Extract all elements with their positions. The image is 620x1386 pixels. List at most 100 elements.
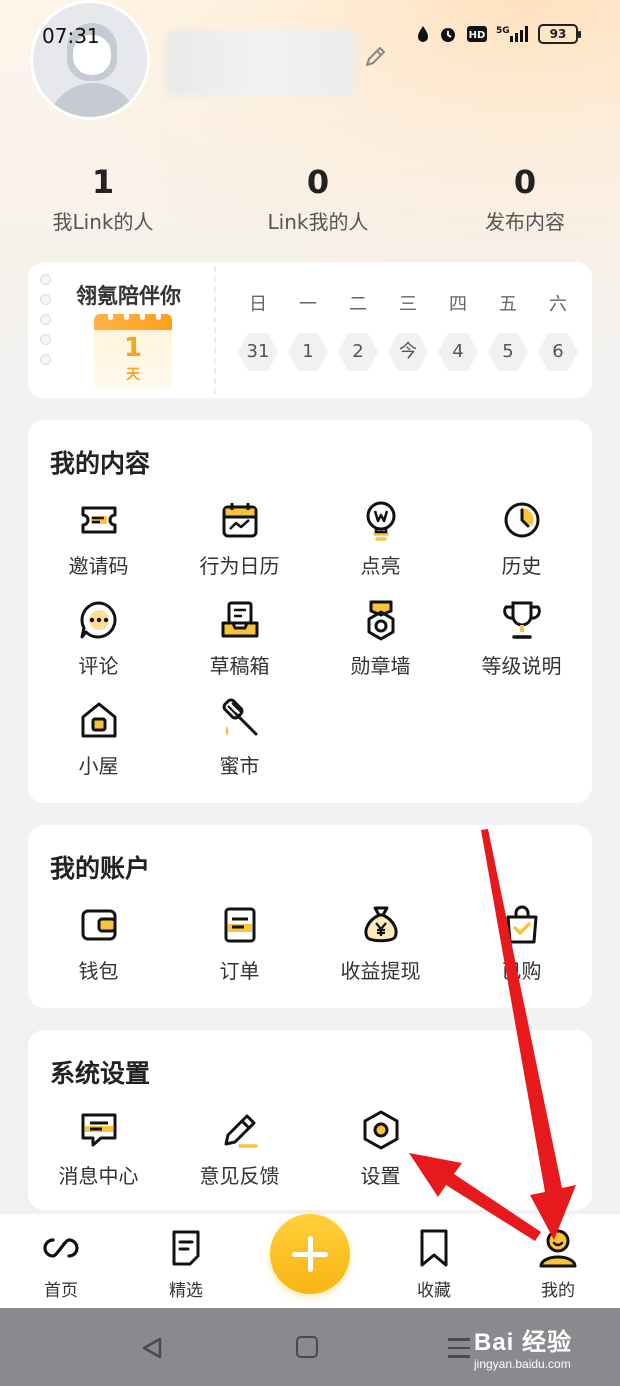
watermark-brand: Bai 经验 bbox=[474, 1329, 573, 1356]
comments-item[interactable]: 评论 bbox=[28, 598, 169, 679]
calendar-day[interactable]: 1 bbox=[288, 333, 328, 371]
feedback-label: 意见反馈 bbox=[199, 1164, 280, 1188]
honey-dipper-icon bbox=[218, 698, 262, 742]
withdraw-earnings-item[interactable]: 收益提现 bbox=[310, 903, 451, 984]
my-account-card: 我的账户 钱包 订单 收益提现 已购 bbox=[28, 825, 592, 1008]
feedback-item[interactable]: 意见反馈 bbox=[169, 1108, 310, 1189]
bookmark-icon bbox=[412, 1228, 456, 1268]
nav-favorites[interactable]: 收藏 bbox=[389, 1228, 479, 1301]
hd-icon: HD bbox=[466, 25, 488, 43]
infinity-home-icon bbox=[39, 1228, 83, 1268]
invite-code-label: 邀请码 bbox=[68, 554, 129, 578]
purchased-item[interactable]: 已购 bbox=[451, 903, 592, 984]
behavior-calendar-item[interactable]: 行为日历 bbox=[169, 498, 310, 579]
behavior-calendar-label: 行为日历 bbox=[199, 554, 280, 578]
clock-icon bbox=[500, 498, 544, 542]
medal-wall-label: 勋章墙 bbox=[350, 654, 411, 678]
create-post-button[interactable] bbox=[270, 1214, 350, 1294]
stat-posts[interactable]: 0 发布内容 bbox=[425, 160, 620, 235]
system-settings-title: 系统设置 bbox=[50, 1059, 151, 1088]
weekday-label: 二 bbox=[349, 294, 367, 315]
calendar-day-today[interactable]: 今 bbox=[388, 333, 428, 371]
stat-followers[interactable]: 0 Link我的人 bbox=[218, 160, 418, 235]
streak-days-unit: 天 bbox=[126, 367, 140, 383]
calendar-day[interactable]: 2 bbox=[338, 333, 378, 371]
nav-me-label: 我的 bbox=[541, 1281, 575, 1301]
week-days: 31 1 2 今 4 5 6 bbox=[238, 332, 578, 372]
ticket-icon bbox=[77, 498, 121, 542]
wallet-label: 钱包 bbox=[78, 959, 119, 983]
hex-gear-icon bbox=[359, 1108, 403, 1152]
orders-item[interactable]: 订单 bbox=[169, 903, 310, 984]
document-icon bbox=[164, 1228, 208, 1268]
weekday-headers: 日 一 二 三 四 五 六 bbox=[238, 290, 578, 316]
stat-posts-label: 发布内容 bbox=[485, 210, 565, 234]
baidu-jingyan-watermark: Bai 经验 jingyan.baidu.com bbox=[474, 1322, 572, 1371]
cabin-label: 小屋 bbox=[78, 754, 119, 778]
stat-following[interactable]: 1 我Link的人 bbox=[3, 160, 203, 235]
svg-text:5G: 5G bbox=[496, 26, 510, 36]
level-info-label: 等级说明 bbox=[481, 654, 562, 678]
weekday-label: 四 bbox=[449, 294, 467, 315]
wallet-icon bbox=[77, 903, 121, 947]
inbox-tray-icon bbox=[218, 598, 262, 642]
nav-favorites-label: 收藏 bbox=[417, 1281, 451, 1301]
purchased-label: 已购 bbox=[501, 959, 542, 983]
my-content-title: 我的内容 bbox=[50, 449, 151, 478]
drafts-item[interactable]: 草稿箱 bbox=[169, 598, 310, 679]
receipt-icon bbox=[218, 903, 262, 947]
back-triangle-icon[interactable] bbox=[140, 1336, 164, 1360]
calendar-day[interactable]: 5 bbox=[488, 333, 528, 371]
battery-indicator: 93 bbox=[538, 24, 581, 44]
medal-icon bbox=[359, 598, 403, 642]
history-label: 历史 bbox=[501, 554, 542, 578]
water-drop-icon bbox=[416, 25, 430, 43]
pencil-icon bbox=[218, 1108, 262, 1152]
light-up-item[interactable]: 点亮 bbox=[310, 498, 451, 579]
message-icon bbox=[77, 1108, 121, 1152]
comments-label: 评论 bbox=[78, 654, 119, 678]
level-info-item[interactable]: 等级说明 bbox=[451, 598, 592, 679]
status-time: 07:31 bbox=[42, 24, 100, 48]
user-profile-icon bbox=[536, 1228, 580, 1268]
nav-featured-label: 精选 bbox=[169, 1281, 203, 1301]
stat-following-label: 我Link的人 bbox=[52, 210, 154, 234]
avatar[interactable] bbox=[30, 0, 150, 120]
companion-calendar-card[interactable]: 翎氪陪伴你 1 天 日 一 二 三 四 五 六 31 1 2 今 4 5 6 bbox=[28, 262, 592, 398]
withdraw-earnings-label: 收益提现 bbox=[340, 959, 421, 983]
stat-followers-label: Link我的人 bbox=[267, 210, 369, 234]
nav-me[interactable]: 我的 bbox=[513, 1228, 603, 1301]
wallet-item[interactable]: 钱包 bbox=[28, 903, 169, 984]
nav-featured[interactable]: 精选 bbox=[141, 1228, 231, 1301]
status-bar: 07:31 HD 5G 93 bbox=[0, 22, 620, 54]
notebook-holes bbox=[40, 274, 52, 374]
alarm-icon bbox=[438, 24, 458, 44]
profile-stats: 1 我Link的人 0 Link我的人 0 发布内容 bbox=[0, 160, 620, 240]
home-square-icon[interactable] bbox=[296, 1336, 318, 1358]
message-center-item[interactable]: 消息中心 bbox=[28, 1108, 169, 1189]
stat-followers-value: 0 bbox=[306, 163, 330, 201]
stat-posts-value: 0 bbox=[513, 163, 537, 201]
calendar-day[interactable]: 6 bbox=[538, 333, 578, 371]
calendar-day[interactable]: 31 bbox=[238, 333, 278, 371]
calendar-day[interactable]: 4 bbox=[438, 333, 478, 371]
streak-days-value: 1 bbox=[123, 333, 143, 363]
signal-5g-icon: 5G bbox=[496, 24, 530, 44]
stat-following-value: 1 bbox=[91, 163, 115, 201]
nav-home[interactable]: 首页 bbox=[16, 1228, 106, 1301]
weekday-label: 三 bbox=[399, 294, 417, 315]
medal-wall-item[interactable]: 勋章墙 bbox=[310, 598, 451, 679]
my-content-card: 我的内容 邀请码 行为日历 点亮 历史 评论 草稿箱 勋章墙 等级说明 小屋 蜜… bbox=[28, 420, 592, 803]
cabin-item[interactable]: 小屋 bbox=[28, 698, 169, 779]
streak-calendar-icon: 1 天 bbox=[94, 310, 172, 388]
history-item[interactable]: 历史 bbox=[451, 498, 592, 579]
trophy-icon bbox=[500, 598, 544, 642]
system-navigation-bar: Bai 经验 jingyan.baidu.com bbox=[0, 1308, 620, 1386]
invite-code-item[interactable]: 邀请码 bbox=[28, 498, 169, 579]
recent-apps-icon[interactable] bbox=[448, 1338, 470, 1364]
status-icons: HD 5G 93 bbox=[416, 24, 581, 44]
settings-label: 设置 bbox=[360, 1164, 401, 1188]
drafts-label: 草稿箱 bbox=[209, 654, 270, 678]
settings-item[interactable]: 设置 bbox=[310, 1108, 451, 1189]
honey-market-item[interactable]: 蜜市 bbox=[169, 698, 310, 779]
